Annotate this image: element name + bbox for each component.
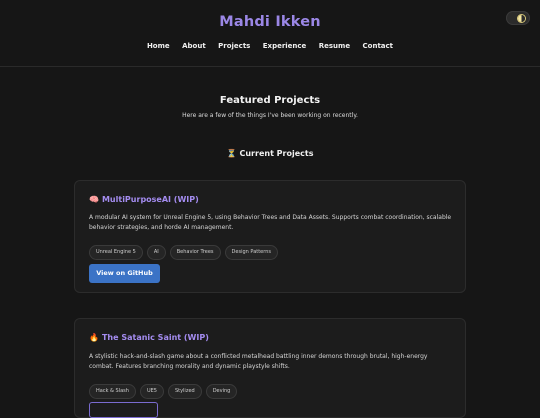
tag: Behavior Trees xyxy=(169,245,221,260)
project-card: 🧠 MultiPurposeAI (WIP) A modular AI syste… xyxy=(74,180,466,293)
theme-toggle[interactable] xyxy=(506,11,530,25)
project-button[interactable] xyxy=(89,402,158,418)
main-nav: Home About Projects Experience Resume Co… xyxy=(0,42,540,50)
hourglass-icon: ⏳ xyxy=(226,149,237,158)
nav-home[interactable]: Home xyxy=(147,42,170,50)
current-projects-heading: ⏳ Current Projects xyxy=(0,149,540,158)
site-header: Mahdi Ikken Home About Projects Experien… xyxy=(0,0,540,67)
tag: Stylized xyxy=(167,384,202,399)
project-title-text: The Satanic Saint (WIP) xyxy=(101,333,209,342)
project-title-text: MultiPurposeAI (WIP) xyxy=(101,195,199,204)
nav-contact[interactable]: Contact xyxy=(363,42,394,50)
section-title: Featured Projects xyxy=(219,95,321,106)
half-moon-icon xyxy=(518,14,525,22)
tag: UE5 xyxy=(139,384,164,399)
project-title: 🧠 MultiPurposeAI (WIP) xyxy=(89,195,199,204)
project-card: 🔥 The Satanic Saint (WIP) A stylistic hac… xyxy=(74,318,466,418)
fire-icon: 🔥 xyxy=(89,333,99,342)
project-description: A stylistic hack-and-slash game about a … xyxy=(89,353,428,370)
nav-projects[interactable]: Projects xyxy=(218,42,250,50)
nav-experience[interactable]: Experience xyxy=(263,42,307,50)
tag: Deving xyxy=(205,384,238,399)
tag: Design Patterns xyxy=(224,245,278,260)
current-projects-label: Current Projects xyxy=(239,149,314,158)
section-subtitle: Here are a few of the things I've been w… xyxy=(182,112,358,119)
tag: AI xyxy=(146,245,166,260)
view-on-github-button[interactable]: View on GitHub xyxy=(89,264,160,283)
tag: Unreal Engine 5 xyxy=(89,245,143,260)
nav-resume[interactable]: Resume xyxy=(319,42,350,50)
nav-about[interactable]: About xyxy=(182,42,206,50)
tag: Hack & Slash xyxy=(89,384,136,399)
project-tags: Unreal Engine 5 AI Behavior Trees Design… xyxy=(89,245,278,260)
project-description: A modular AI system for Unreal Engine 5,… xyxy=(89,214,452,231)
brain-icon: 🧠 xyxy=(89,195,99,204)
site-title[interactable]: Mahdi Ikken xyxy=(0,14,540,30)
project-title: 🔥 The Satanic Saint (WIP) xyxy=(89,333,209,342)
project-tags: Hack & Slash UE5 Stylized Deving xyxy=(89,384,238,399)
